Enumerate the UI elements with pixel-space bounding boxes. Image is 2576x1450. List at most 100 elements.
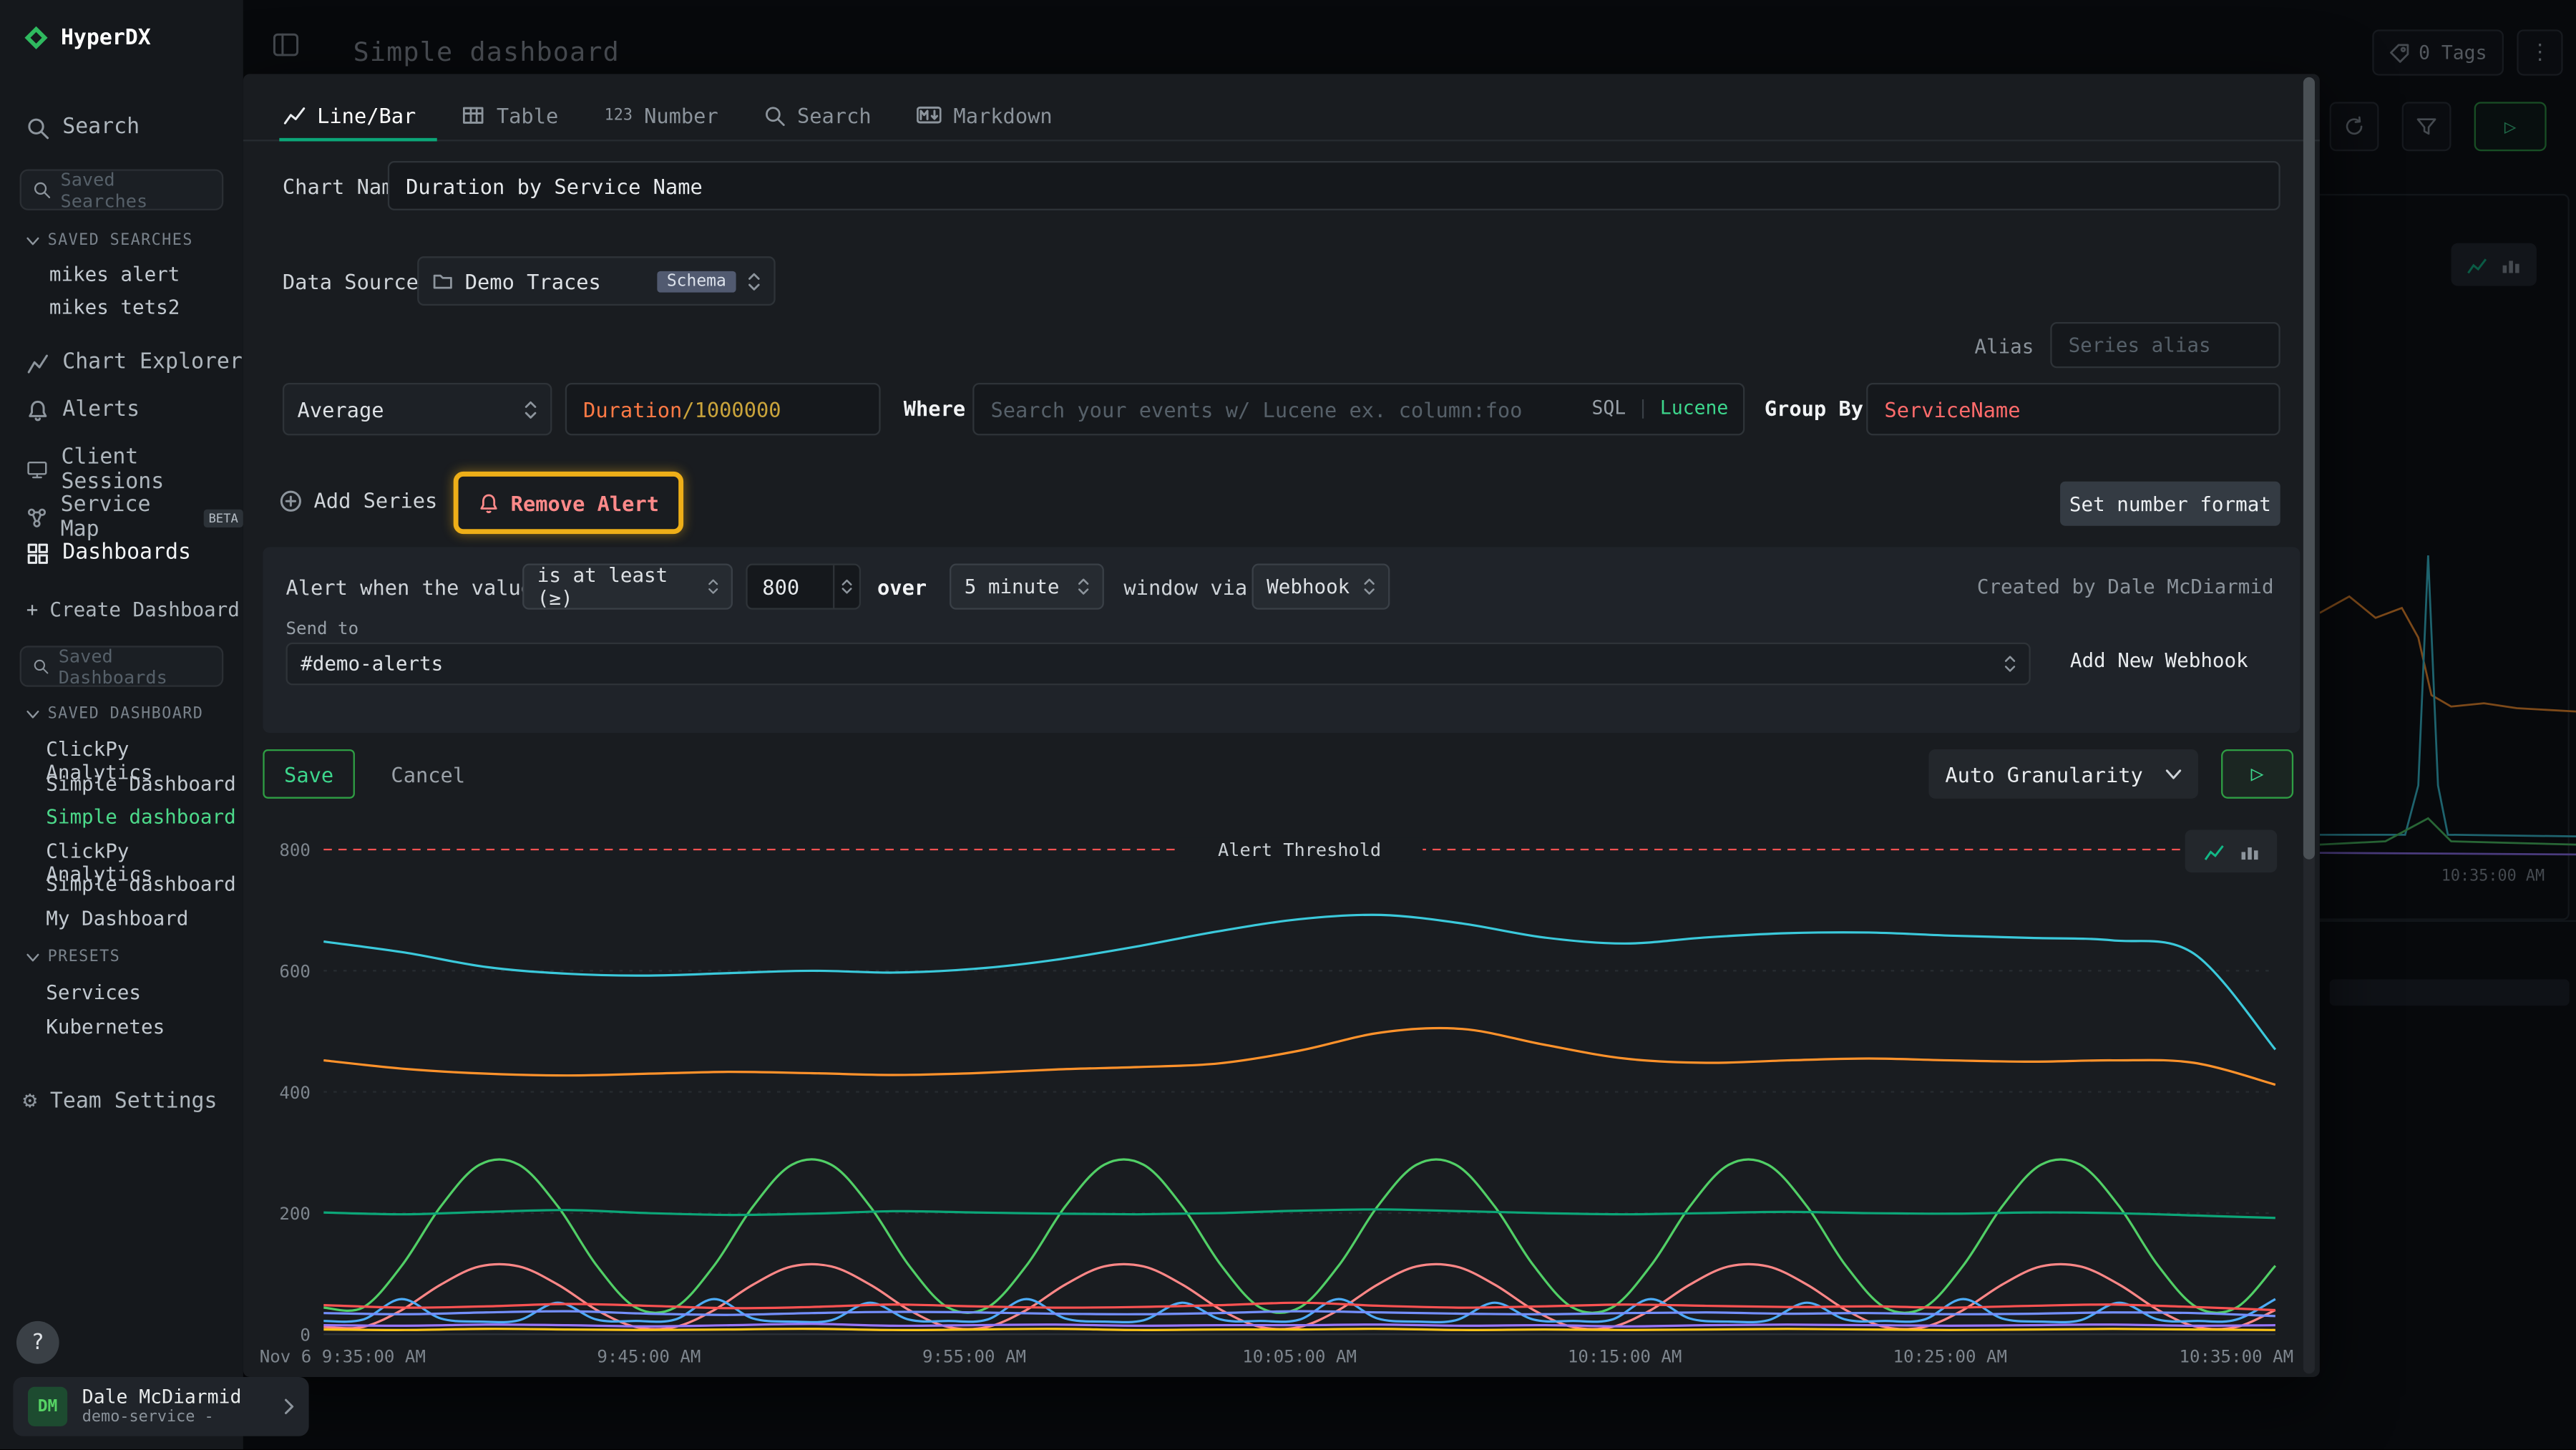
chevron-down-icon <box>26 952 39 962</box>
group-by-input[interactable]: ServiceName <box>1866 383 2280 435</box>
plus-icon: + <box>26 598 39 621</box>
user-menu[interactable]: DM Dale McDiarmid demo-service - <box>13 1377 308 1436</box>
tab-search[interactable]: Search <box>764 102 872 127</box>
sidebar-item-chart-explorer[interactable]: Chart Explorer <box>26 350 243 374</box>
bar-chart-icon[interactable] <box>2238 840 2260 862</box>
granularity-select[interactable]: Auto Granularity <box>1928 749 2198 799</box>
updown-chevron-icon <box>524 399 537 420</box>
saved-searches-header[interactable]: SAVED SEARCHES <box>26 232 193 250</box>
tab-number[interactable]: 123 Number <box>605 102 718 127</box>
data-source-select[interactable]: Demo Traces Schema <box>417 256 776 306</box>
app-logo[interactable]: HyperDX <box>23 24 151 51</box>
add-series-button[interactable]: Add Series <box>279 488 437 512</box>
lucene-toggle[interactable]: Lucene <box>1660 396 1728 419</box>
data-source-value: Demo Traces <box>465 268 601 293</box>
add-new-webhook-link[interactable]: Add New Webhook <box>2070 649 2248 672</box>
group-by-label: Group By <box>1765 396 1863 420</box>
where-input-wrap: SQL | Lucene <box>972 383 1745 435</box>
preset-item-kubernetes[interactable]: Kubernetes <box>46 1016 165 1038</box>
line-bar-icon <box>283 104 306 127</box>
svg-text:400: 400 <box>279 1083 311 1103</box>
cancel-button[interactable]: Cancel <box>391 762 465 787</box>
aggregation-select[interactable]: Average <box>283 383 552 435</box>
tab-markdown[interactable]: Markdown <box>917 102 1053 127</box>
sidebar-item-service-map[interactable]: Service Map BETA <box>26 493 243 542</box>
saved-search-item[interactable]: mikes alert <box>49 263 180 286</box>
play-icon: ▷ <box>2251 762 2264 786</box>
line-chart: Alert Threshold0200400600800Nov 6 9:35:0… <box>260 822 2297 1372</box>
group-by-value: ServiceName <box>1884 396 2020 421</box>
svg-text:10:05:00 AM: 10:05:00 AM <box>1242 1346 1357 1366</box>
svg-text:0: 0 <box>300 1325 311 1345</box>
app-logo-text: HyperDX <box>61 26 151 50</box>
alert-preview-chart: Alert Threshold0200400600800Nov 6 9:35:0… <box>260 822 2297 1372</box>
sidebar: HyperDX Search Saved Searches SAVED SEAR… <box>0 0 243 1449</box>
alert-channel-select[interactable]: Webhook <box>1252 564 1390 610</box>
line-chart-icon[interactable] <box>2202 840 2224 862</box>
service-map-icon <box>26 506 48 529</box>
sidebar-item-search[interactable]: Search <box>26 115 140 140</box>
query-language-toggle[interactable]: SQL | Lucene <box>1591 396 1728 419</box>
sql-toggle[interactable]: SQL <box>1591 396 1626 419</box>
chart-explorer-icon <box>26 351 49 374</box>
over-label: over <box>877 575 927 600</box>
hyperdx-logo-icon <box>23 24 49 51</box>
search-icon <box>764 104 786 126</box>
preset-item-services[interactable]: Services <box>46 981 141 1004</box>
alert-condition-select[interactable]: is at least (≥) <box>522 564 733 610</box>
saved-search-item[interactable]: mikes tets2 <box>49 296 180 318</box>
saved-searches-input[interactable]: Saved Searches <box>20 169 224 210</box>
remove-alert-highlight: Remove Alert <box>454 472 683 534</box>
sidebar-item-dashboards[interactable]: Dashboards <box>26 540 191 565</box>
presets-header[interactable]: PRESETS <box>26 948 120 966</box>
alert-created-by: Created by Dale McDiarmid <box>1977 575 2274 598</box>
chevron-down-icon <box>26 709 39 719</box>
number-123-icon: 123 <box>605 106 633 124</box>
folder-icon <box>432 271 454 291</box>
send-to-value: #demo-alerts <box>301 652 443 675</box>
alert-threshold-input[interactable]: 800 <box>746 564 861 610</box>
dashboard-list-item[interactable]: My Dashboard <box>46 906 188 929</box>
updown-chevron-icon <box>708 577 718 597</box>
run-chart-button[interactable]: ▷ <box>2221 749 2293 799</box>
user-name: Dale McDiarmid <box>82 1385 242 1408</box>
saved-dashboards-input[interactable]: Saved Dashboards <box>20 646 224 686</box>
chart-display-toggle[interactable] <box>2185 829 2278 872</box>
modal-scrollbar[interactable] <box>2303 77 2315 1373</box>
create-dashboard-button[interactable]: + Create Dashboard <box>26 598 240 621</box>
svg-text:10:15:00 AM: 10:15:00 AM <box>1568 1346 1682 1366</box>
tab-line-bar[interactable]: Line/Bar <box>283 102 416 127</box>
chevron-right-icon <box>284 1398 294 1415</box>
search-icon <box>33 657 49 675</box>
sidebar-item-team-settings[interactable]: ⚙ Team Settings <box>23 1088 217 1114</box>
saved-dashboards-header[interactable]: SAVED DASHBOARD <box>26 705 203 723</box>
send-to-select[interactable]: #demo-alerts <box>286 643 2030 686</box>
alert-window-select[interactable]: 5 minute <box>950 564 1104 610</box>
user-subtitle: demo-service - <box>82 1408 242 1428</box>
chevron-down-icon <box>2165 768 2182 779</box>
remove-alert-button[interactable]: Remove Alert <box>478 490 659 515</box>
data-source-label: Data Source <box>283 270 419 294</box>
table-icon <box>462 104 485 127</box>
bell-icon <box>478 492 499 514</box>
tab-table[interactable]: Table <box>462 102 559 127</box>
value-expression-input[interactable]: Duration/1000000 <box>565 383 881 435</box>
scrollbar-thumb[interactable] <box>2303 77 2315 860</box>
number-stepper[interactable] <box>833 565 859 608</box>
alias-input[interactable] <box>2050 322 2280 368</box>
dashboard-list-item[interactable]: Simple dashboard <box>46 872 235 895</box>
dashboards-grid-icon <box>26 542 49 565</box>
sidebar-item-alerts[interactable]: Alerts <box>26 398 140 422</box>
alias-label: Alias <box>1961 335 2034 358</box>
value-denominator: /1000000 <box>682 396 781 421</box>
dashboard-list-item[interactable]: Simple Dashboard <box>46 772 235 794</box>
chevron-up-icon[interactable] <box>841 578 853 586</box>
sidebar-item-client-sessions[interactable]: Client Sessions <box>26 445 243 495</box>
svg-text:Nov 6 9:35:00 AM: Nov 6 9:35:00 AM <box>260 1346 426 1366</box>
dashboard-list-item-active[interactable]: Simple dashboard <box>46 805 235 828</box>
chevron-down-icon[interactable] <box>841 587 853 595</box>
save-button[interactable]: Save <box>263 749 355 799</box>
set-number-format-button[interactable]: Set number format <box>2060 482 2280 526</box>
chart-name-input[interactable] <box>388 161 2280 210</box>
help-button[interactable]: ? <box>16 1321 59 1364</box>
